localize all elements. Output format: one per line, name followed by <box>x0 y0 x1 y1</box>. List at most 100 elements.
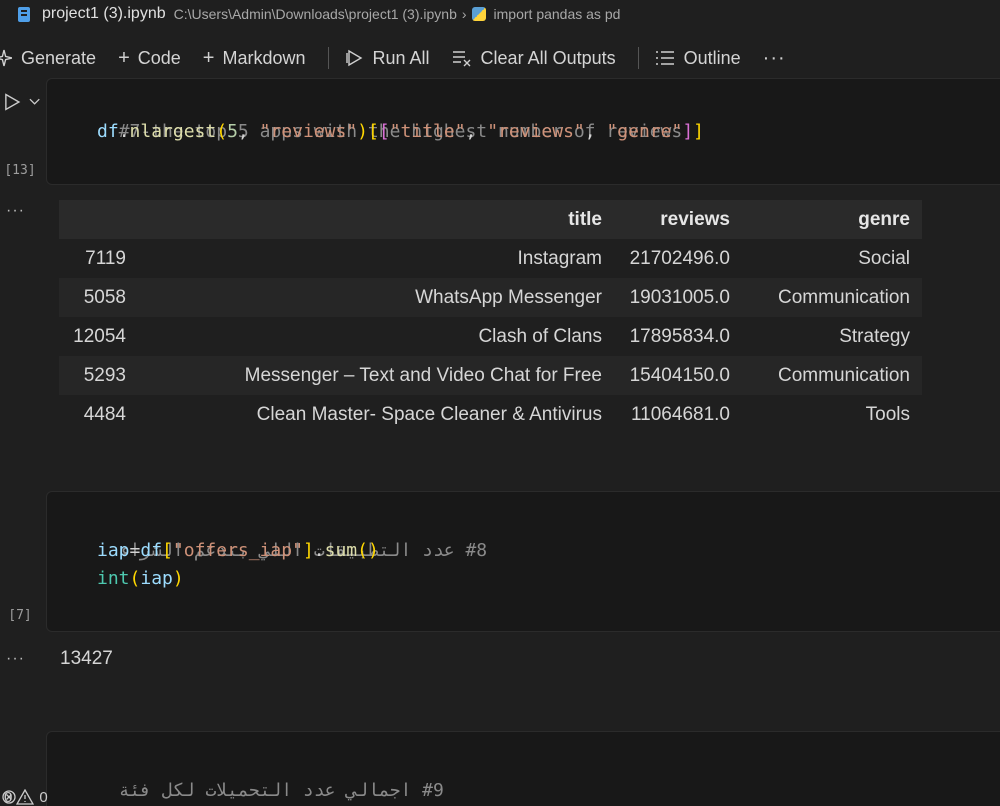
breadcrumb-path[interactable]: C:\Users\Admin\Downloads\project1 (3).ip… <box>174 6 457 22</box>
toolbar-divider <box>327 47 329 69</box>
breadcrumb: project1 (3).ipynb C:\Users\Admin\Downlo… <box>0 0 1000 28</box>
column-header-index <box>59 200 138 239</box>
add-code-label: Code <box>137 47 181 68</box>
code-line: iap=df["offers_iap"].sum() <box>97 537 379 565</box>
column-header-title: title <box>138 200 614 239</box>
breadcrumb-symbol[interactable]: import pandas as pd <box>494 6 621 22</box>
output-more-button[interactable]: ··· <box>6 202 25 220</box>
add-markdown-button[interactable]: + Markdown <box>203 47 306 70</box>
code-token: () <box>357 540 379 561</box>
code-token: ] <box>682 121 694 142</box>
code-token: int <box>97 568 130 589</box>
cell-genre: Communication <box>742 278 922 317</box>
row-index: 5293 <box>59 356 138 395</box>
cell-reviews: 11064681.0 <box>631 403 730 425</box>
code-token: ) <box>357 121 368 142</box>
execution-count: [13] <box>4 163 36 178</box>
warning-icon <box>16 789 35 805</box>
code-token: , <box>237 121 260 142</box>
execution-count: [7] <box>8 608 32 623</box>
code-token: ( <box>216 121 228 142</box>
add-markdown-label: Markdown <box>222 47 306 68</box>
code-token: 5 <box>227 121 238 142</box>
code-token: ] <box>302 540 314 561</box>
cell-reviews: 17895834.0 <box>629 325 730 347</box>
cell-genre: Communication <box>742 356 922 395</box>
table-row: 12054 Clash of Clans 17895834.0 Strategy <box>59 317 922 356</box>
chevron-down-icon <box>29 98 40 105</box>
cell-title: WhatsApp Messenger <box>138 278 614 317</box>
notebook-icon <box>18 6 30 22</box>
plus-icon: + <box>118 46 130 69</box>
code-token: "offers_iap" <box>172 540 303 561</box>
table-row: 7119 Instagram 21702496.0 Social <box>59 239 922 278</box>
cell-output-text: 13427 <box>60 648 113 669</box>
toolbar-divider <box>637 47 639 69</box>
cell-title: Messenger – Text and Video Chat for Free <box>138 356 614 395</box>
code-token: iap <box>97 540 130 561</box>
code-token: ] <box>693 121 705 142</box>
sparkle-icon <box>0 49 12 67</box>
cell-reviews: 15404150.0 <box>614 356 742 395</box>
code-line: df.nlargest(5, "reviews")[["title", "rev… <box>97 118 704 146</box>
breadcrumb-file[interactable]: project1 (3).ipynb <box>42 5 166 23</box>
cell-title: Clean Master- Space Cleaner & Antivirus <box>256 403 602 425</box>
code-token: = <box>129 540 141 561</box>
list-icon <box>655 51 674 65</box>
clear-outputs-button[interactable]: Clear All Outputs <box>452 48 616 69</box>
table-header-row: title reviews genre <box>59 200 922 239</box>
plus-icon: + <box>202 46 215 69</box>
generate-button[interactable]: Generate <box>0 48 96 69</box>
column-header-reviews: reviews <box>614 200 742 239</box>
row-index: 12054 <box>73 325 126 347</box>
cell-genre: Strategy <box>839 325 910 347</box>
run-all-icon <box>345 49 362 67</box>
status-bar[interactable]: 0 0 <box>0 788 48 806</box>
code-token: , <box>465 121 488 142</box>
code-token: "title" <box>389 121 466 142</box>
clear-outputs-icon <box>452 51 471 67</box>
code-token: ) <box>172 568 184 589</box>
code-token: ( <box>129 568 141 589</box>
error-count: 0 <box>4 788 13 806</box>
code-token: df <box>140 540 163 561</box>
cell-title: Clash of Clans <box>478 325 602 347</box>
warning-count: 0 <box>39 788 48 806</box>
python-icon <box>471 7 486 21</box>
chevron-right-icon: › <box>461 6 467 22</box>
code-token: "reviews" <box>487 121 585 142</box>
clear-outputs-label: Clear All Outputs <box>480 47 616 68</box>
code-line: int(iap) <box>97 565 184 593</box>
run-cell-button[interactable] <box>4 92 40 112</box>
code-token: "genre" <box>606 121 683 142</box>
outline-button[interactable]: Outline <box>655 48 741 69</box>
table-row: 5058 WhatsApp Messenger 19031005.0 Commu… <box>59 278 922 317</box>
code-token: iap <box>140 568 173 589</box>
notebook-toolbar: Generate + Code + Markdown Run All Clear… <box>0 40 786 76</box>
code-token: sum <box>324 540 358 561</box>
code-token: "reviews" <box>259 121 358 142</box>
code-comment: #9 اجمالي عدد التحميلات لكل فئة <box>118 780 444 801</box>
row-index: 4484 <box>83 403 126 425</box>
code-line: #9 اجمالي عدد التحميلات لكل فئة <box>97 749 444 805</box>
code-token: . <box>118 121 130 142</box>
play-icon <box>5 93 21 111</box>
table-row: 5293 Messenger – Text and Video Chat for… <box>59 356 922 395</box>
add-code-button[interactable]: + Code <box>118 47 181 70</box>
table-row: 4484 Clean Master- Space Cleaner & Antiv… <box>59 395 922 434</box>
more-actions-button[interactable]: ··· <box>763 47 786 70</box>
code-token: , <box>584 121 607 142</box>
code-token: [ <box>378 121 390 142</box>
code-token: nlargest <box>129 121 217 142</box>
output-more-button[interactable]: ··· <box>6 650 25 668</box>
row-index: 7119 <box>85 247 126 269</box>
cell-genre: Social <box>858 247 910 269</box>
dataframe-output: title reviews genre 7119 Instagram 21702… <box>59 200 922 434</box>
row-index: 5058 <box>59 278 138 317</box>
code-token: df <box>97 121 119 142</box>
cell-genre: Tools <box>865 403 910 425</box>
column-header-genre: genre <box>742 200 922 239</box>
code-token: . <box>313 540 325 561</box>
run-all-button[interactable]: Run All <box>345 48 430 69</box>
run-all-label: Run All <box>372 47 430 68</box>
